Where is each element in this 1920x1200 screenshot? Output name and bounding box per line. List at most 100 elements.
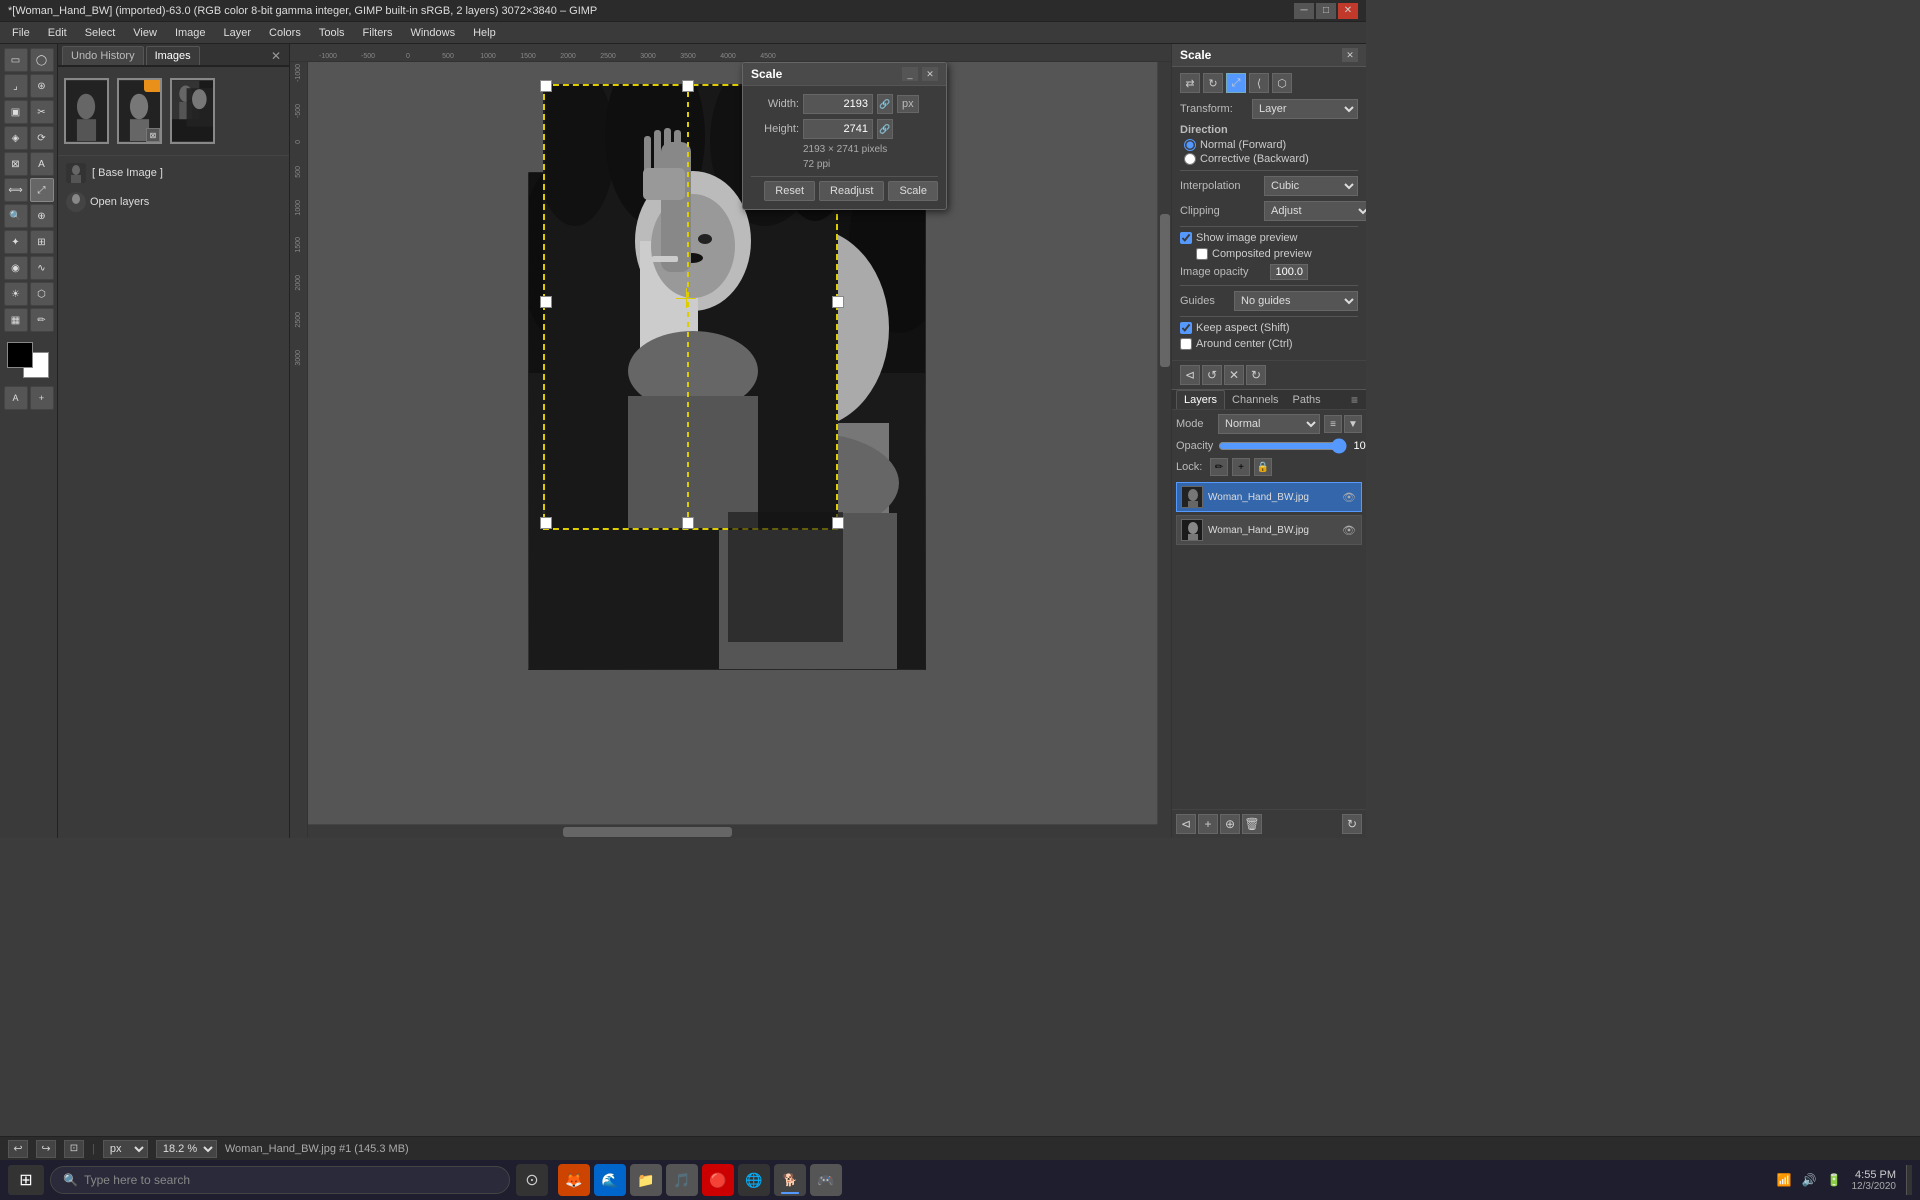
layer-visibility-2[interactable]: 👁 — [1341, 522, 1357, 538]
menu-select[interactable]: Select — [77, 25, 124, 41]
tool-free-select[interactable]: ⌟ — [4, 74, 28, 98]
transform-handle-bl[interactable] — [540, 517, 552, 529]
tab-undo-history[interactable]: Undo History — [62, 46, 144, 65]
transform-bottom-btn-4[interactable]: ↻ — [1246, 365, 1266, 385]
tool-pencil[interactable]: ✏ — [30, 308, 54, 332]
v-scrollbar-thumb[interactable] — [1160, 214, 1170, 366]
tool-select-by-color[interactable]: ▣ — [4, 100, 28, 124]
taskbar-media[interactable]: 🎵 — [666, 1164, 698, 1196]
transform-handle-ml[interactable] — [540, 296, 552, 308]
taskbar-media2[interactable]: 🔴 — [702, 1164, 734, 1196]
canvas-content[interactable]: Scale _ ✕ Width: 🔗 px — [308, 62, 1157, 824]
maximize-button[interactable]: □ — [1316, 3, 1336, 19]
tool-scissors[interactable]: ✂ — [30, 100, 54, 124]
close-button[interactable]: ✕ — [1338, 3, 1358, 19]
scale-dialog-collapse[interactable]: _ — [902, 67, 918, 81]
taskbar-search-bar[interactable]: 🔍 Type here to search — [50, 1166, 510, 1194]
layers-bottom-extra[interactable]: ↻ — [1342, 814, 1362, 834]
interpolation-select[interactable]: Cubic Linear None NoHalo LoHalo — [1264, 176, 1358, 196]
menu-image[interactable]: Image — [167, 25, 214, 41]
layers-mode-select[interactable]: Normal Multiply Screen Overlay — [1218, 414, 1320, 434]
taskbar-explorer[interactable]: 📁 — [630, 1164, 662, 1196]
taskbar-volume-icon[interactable]: 🔊 — [1802, 1173, 1817, 1187]
tool-fuzzy-select[interactable]: ⊛ — [30, 74, 54, 98]
taskbar-gimp[interactable]: 🐕 — [774, 1164, 806, 1196]
status-zoom-select[interactable]: 18.2 % 25 % 50 % 100 % — [156, 1140, 217, 1158]
layers-delete-layer-btn[interactable]: 🗑 — [1242, 814, 1262, 834]
scale-height-chain[interactable]: 🔗 — [877, 119, 893, 139]
taskbar-browser[interactable]: 🌐 — [738, 1164, 770, 1196]
transform-bottom-btn-3[interactable]: ✕ — [1224, 365, 1244, 385]
transform-icon-scale[interactable]: ⤢ — [1226, 73, 1246, 93]
tool-measure[interactable]: ⟺ — [4, 178, 28, 202]
menu-view[interactable]: View — [125, 25, 165, 41]
show-desktop-btn[interactable] — [1906, 1165, 1912, 1195]
tool-dodge-burn[interactable]: ☀ — [4, 282, 28, 306]
tool-a-btn[interactable]: A — [4, 386, 28, 410]
menu-help[interactable]: Help — [465, 25, 504, 41]
layer-item-1[interactable]: Woman_Hand_BW.jpg 👁 — [1176, 482, 1362, 512]
taskbar-clock[interactable]: 4:55 PM 12/3/2020 — [1852, 1169, 1897, 1192]
minimize-button[interactable]: ─ — [1294, 3, 1314, 19]
foreground-color-swatch[interactable] — [7, 342, 33, 368]
tool-magnifier[interactable]: + — [30, 386, 54, 410]
transform-icon-rotate[interactable]: ↻ — [1203, 73, 1223, 93]
image-thumb-1[interactable] — [64, 78, 109, 144]
tool-ellipse-select[interactable]: ◯ — [30, 48, 54, 72]
layers-legacy-btn[interactable]: ≡ — [1324, 415, 1342, 433]
scale-readjust-btn[interactable]: Readjust — [819, 181, 884, 201]
transform-icon-shear[interactable]: ⟨ — [1249, 73, 1269, 93]
scale-height-input[interactable] — [803, 119, 873, 139]
taskbar-network-icon[interactable]: 📶 — [1777, 1173, 1792, 1187]
tab-layers[interactable]: Layers — [1176, 390, 1225, 409]
transform-icon-move[interactable]: ⇄ — [1180, 73, 1200, 93]
layers-new-layer-btn[interactable]: + — [1198, 814, 1218, 834]
panels-close-btn[interactable]: ✕ — [267, 49, 285, 63]
layers-mode-down-btn[interactable]: ▼ — [1344, 415, 1362, 433]
lock-alpha-btn[interactable]: 🔒 — [1254, 458, 1272, 476]
image-thumb-3[interactable] — [170, 78, 215, 144]
tool-foreground-select[interactable]: ◈ — [4, 126, 28, 150]
menu-filters[interactable]: Filters — [355, 25, 401, 41]
menu-windows[interactable]: Windows — [402, 25, 463, 41]
scale-reset-btn[interactable]: Reset — [764, 181, 815, 201]
h-scrollbar-thumb[interactable] — [563, 827, 733, 837]
tool-rect-select[interactable]: ▭ — [4, 48, 28, 72]
tool-blend[interactable]: ▦ — [4, 308, 28, 332]
around-center-checkbox[interactable] — [1180, 338, 1192, 350]
layer-visibility-1[interactable]: 👁 — [1341, 489, 1357, 505]
transform-handle-tl[interactable] — [540, 80, 552, 92]
layers-panel-close[interactable]: ≡ — [1347, 393, 1362, 407]
tool-heal[interactable]: ✦ — [4, 230, 28, 254]
scale-dialog-close[interactable]: ✕ — [922, 67, 938, 81]
layers-opacity-slider[interactable] — [1218, 438, 1347, 454]
transform-target-select[interactable]: Layer Selection Path — [1252, 99, 1358, 119]
tool-zoom[interactable]: 🔍 — [4, 204, 28, 228]
clipping-select[interactable]: Adjust Clip Crop to result Crop with asp… — [1264, 201, 1366, 221]
task-view-btn[interactable]: ⊙ — [516, 1164, 548, 1196]
status-redo-btn[interactable]: ↪ — [36, 1140, 56, 1158]
status-unit-select[interactable]: px in mm — [103, 1140, 148, 1158]
scale-width-input[interactable] — [803, 94, 873, 114]
guides-select[interactable]: No guides Rule of thirds Golden sections — [1234, 291, 1358, 311]
scale-width-chain[interactable]: 🔗 — [877, 94, 893, 114]
tool-paint-dynamic[interactable]: ⊠ — [4, 152, 28, 176]
transform-bottom-btn-1[interactable]: ⊲ — [1180, 365, 1200, 385]
status-zoom-fit-btn[interactable]: ⊡ — [64, 1140, 84, 1158]
tool-text[interactable]: A — [30, 152, 54, 176]
tool-smudge[interactable]: ∿ — [30, 256, 54, 280]
tool-perspective-clone[interactable]: ⊞ — [30, 230, 54, 254]
tab-images[interactable]: Images — [146, 46, 200, 65]
scale-scale-btn[interactable]: Scale — [888, 181, 938, 201]
layers-copy-layer-btn[interactable]: ⊕ — [1220, 814, 1240, 834]
transform-icon-perspective[interactable]: ⬡ — [1272, 73, 1292, 93]
direction-corrective-radio[interactable] — [1184, 153, 1196, 165]
layers-new-group-btn[interactable]: ⊲ — [1176, 814, 1196, 834]
tab-paths[interactable]: Paths — [1286, 391, 1328, 409]
transform-panel-close[interactable]: ✕ — [1342, 48, 1358, 62]
menu-layer[interactable]: Layer — [216, 25, 260, 41]
tab-channels[interactable]: Channels — [1225, 391, 1285, 409]
taskbar-firefox[interactable]: 🦊 — [558, 1164, 590, 1196]
status-undo-btn[interactable]: ↩ — [8, 1140, 28, 1158]
menu-colors[interactable]: Colors — [261, 25, 309, 41]
